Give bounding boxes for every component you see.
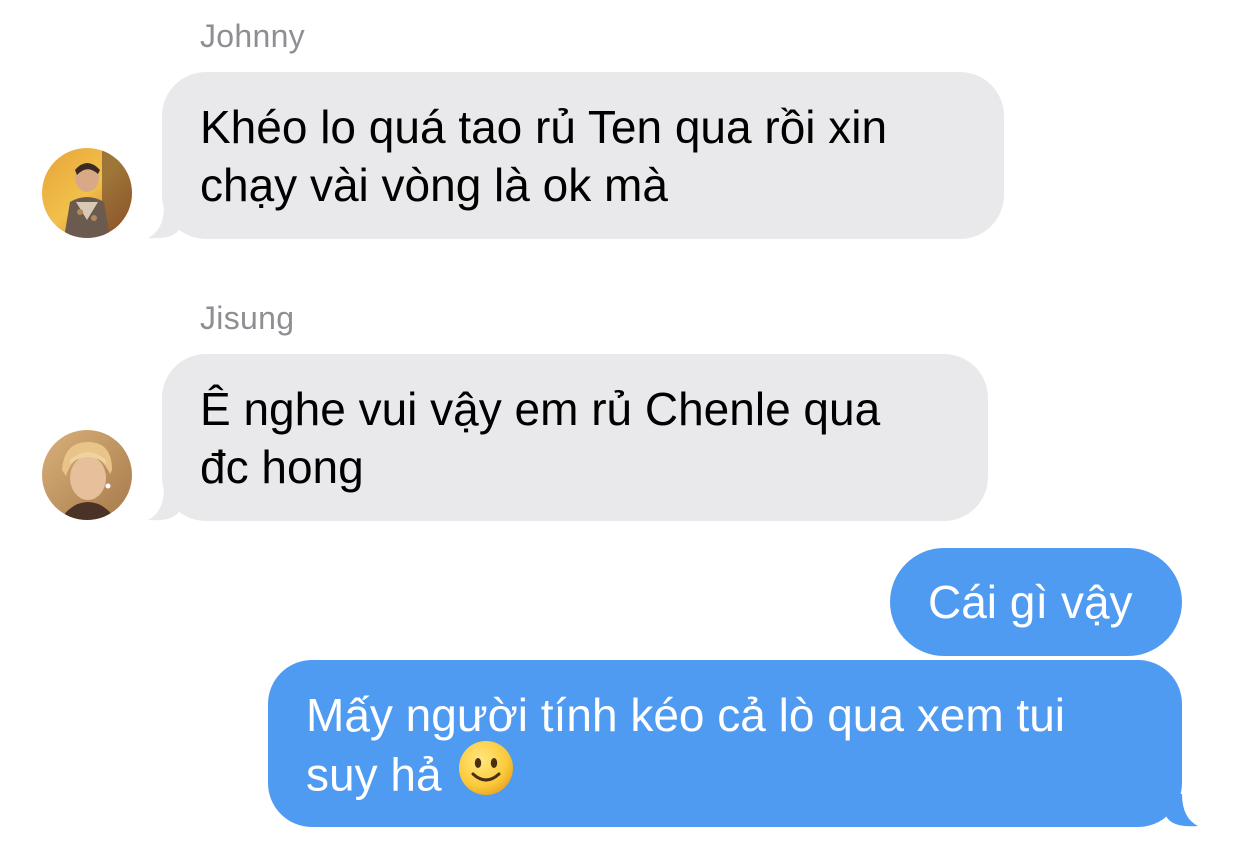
message-bubble-outgoing[interactable]: Mấy người tính kéo cả lò qua xem tui suy… [268,660,1182,827]
message-text: Cái gì vậy [928,576,1133,628]
message-thread: Johnny Khéo lo quá tao rủ Ten qua rồi xi… [0,0,1242,858]
bubble-tail-icon [148,488,180,521]
message-bubble-jisung[interactable]: Ê nghe vui vậy em rủ Chenle qua đc hong [162,354,988,521]
sender-name-johnny: Johnny [200,18,305,54]
message-text: Mấy người tính kéo cả lò qua xem tui suy… [306,689,1065,801]
message-bubble-outgoing[interactable]: Cái gì vậy [890,548,1182,656]
sender-name-jisung: Jisung [200,300,295,336]
jisung-avatar[interactable] [42,430,132,520]
slightly-smiling-face-icon [458,740,514,809]
message-text: Khéo lo quá tao rủ Ten qua rồi xin chạy … [200,101,888,211]
message-text: Ê nghe vui vậy em rủ Chenle qua đc hong [200,383,881,493]
johnny-avatar[interactable] [42,148,132,238]
bubble-tail-icon [148,206,180,239]
bubble-tail-icon [1166,794,1198,827]
message-bubble-johnny[interactable]: Khéo lo quá tao rủ Ten qua rồi xin chạy … [162,72,1004,239]
